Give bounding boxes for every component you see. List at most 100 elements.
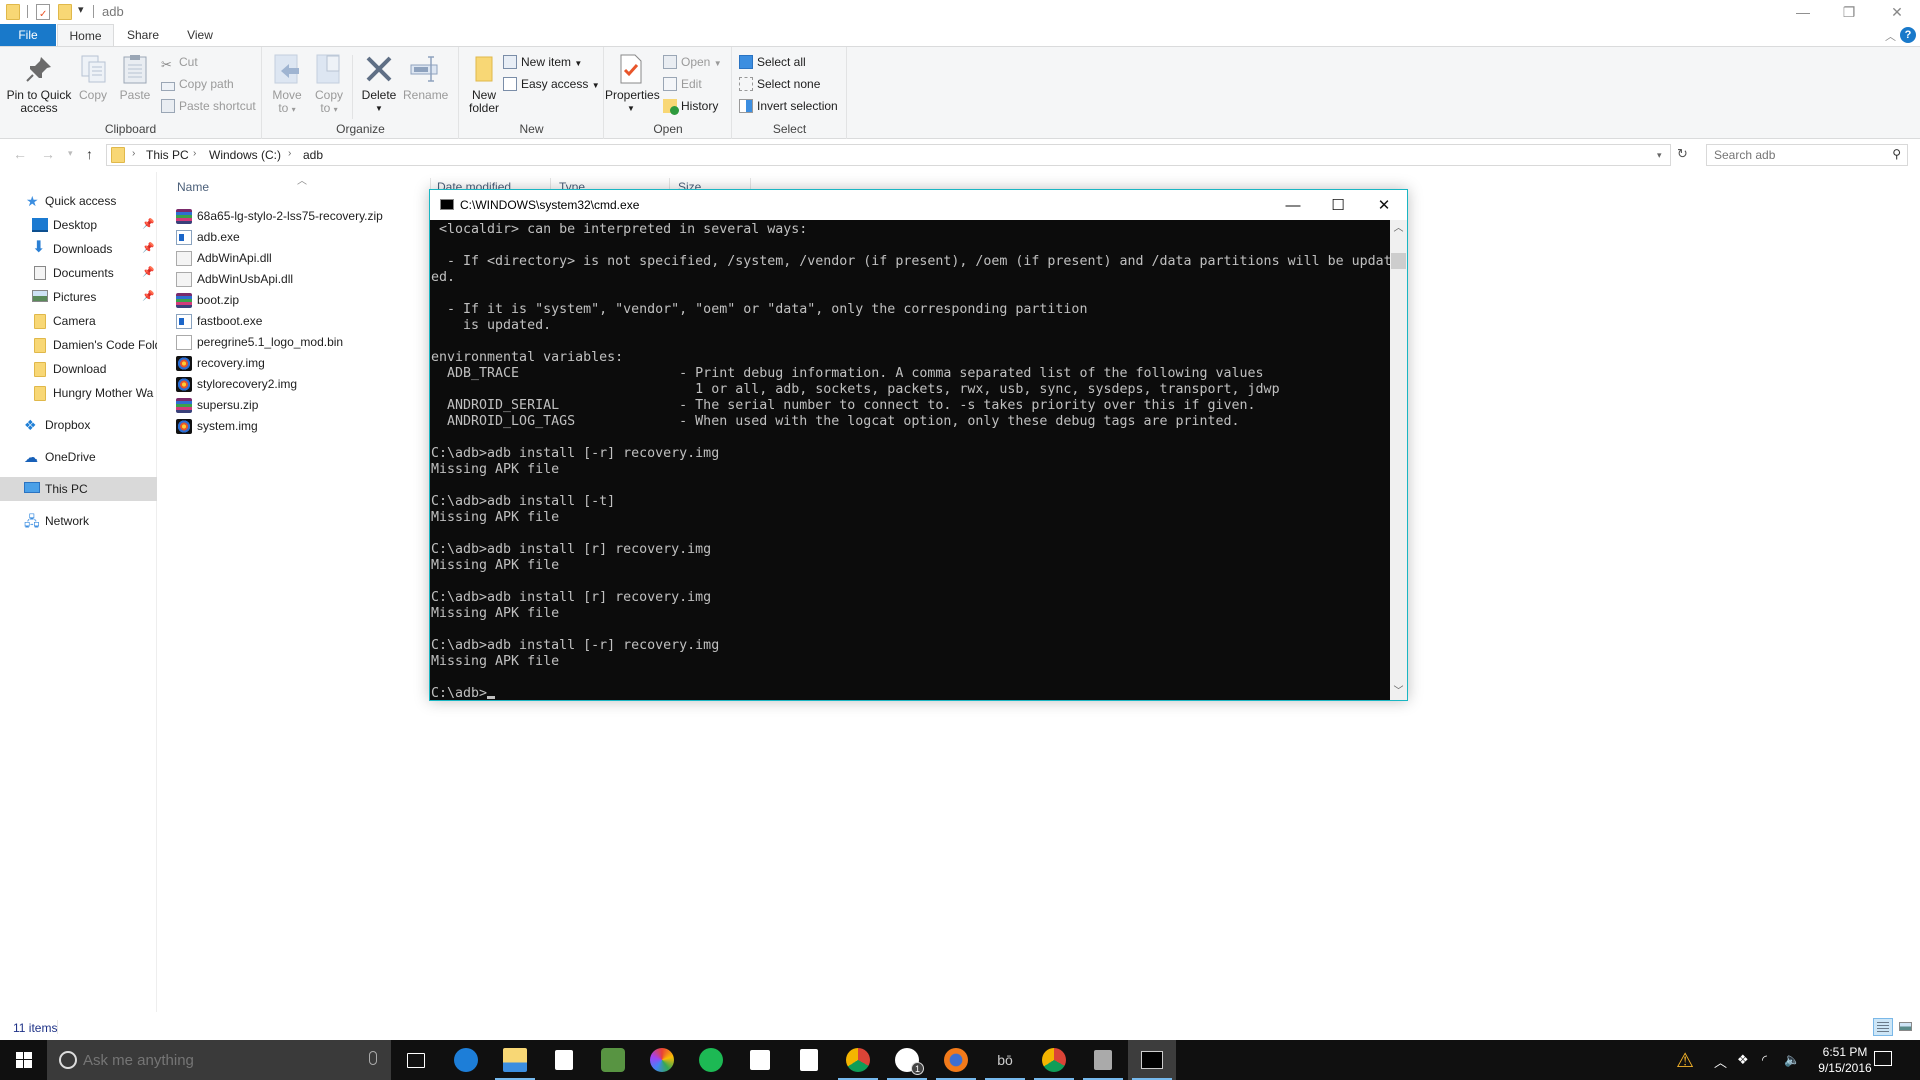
cut-button[interactable]: ✂ Cut — [161, 52, 198, 72]
copy-path-button[interactable]: Copy path — [161, 74, 234, 94]
properties-quick-access-icon[interactable]: ✓ — [36, 4, 50, 20]
select-all-button[interactable]: Select all — [739, 52, 806, 72]
tab-file[interactable]: File — [0, 24, 56, 47]
nav-onedrive[interactable]: ☁ OneDrive — [0, 446, 157, 468]
scroll-up-arrow-icon[interactable]: ︿ — [1390, 220, 1407, 237]
breadcrumb-chevron-icon[interactable]: › — [132, 148, 135, 159]
up-arrow-icon[interactable]: ↑ — [86, 146, 93, 162]
new-folder-button[interactable]: New folder — [464, 51, 504, 115]
action-center-icon[interactable] — [1874, 1051, 1892, 1066]
taskbar-app-tripadvisor[interactable] — [589, 1040, 637, 1080]
warning-update-icon[interactable]: ⚠ — [1676, 1048, 1694, 1073]
copy-to-button[interactable]: Copy to ▾ — [311, 51, 347, 116]
forward-arrow-icon[interactable]: → — [41, 146, 55, 162]
minimize-button[interactable]: — — [1780, 0, 1826, 24]
new-item-button[interactable]: New item ▼ — [503, 52, 582, 72]
show-hidden-icons-chevron-icon[interactable]: ︿ — [1714, 1052, 1727, 1071]
breadcrumb-chevron-icon[interactable]: › — [193, 148, 196, 159]
tab-share[interactable]: Share — [118, 24, 168, 47]
cmd-title-bar[interactable]: C:\WINDOWS\system32\cmd.exe — ☐ ✕ — [430, 190, 1407, 220]
taskbar-app-store[interactable] — [540, 1040, 588, 1080]
breadcrumb-chevron-icon[interactable]: › — [288, 148, 291, 159]
large-icons-view-button[interactable] — [1896, 1018, 1916, 1036]
taskbar-app-command-prompt[interactable] — [1128, 1040, 1176, 1080]
taskbar-app-edge[interactable] — [442, 1040, 490, 1080]
invert-selection-button[interactable]: Invert selection — [739, 96, 838, 116]
refresh-icon[interactable]: ↻ — [1677, 146, 1688, 162]
cmd-console[interactable]: <localdir> can be interpreted in several… — [430, 220, 1390, 700]
customize-quick-access-chevron-icon[interactable]: ▾ — [78, 3, 84, 19]
breadcrumb-this-pc[interactable]: This PC — [146, 148, 189, 162]
taskbar-app-file-explorer[interactable] — [491, 1040, 539, 1080]
cmd-minimize-button[interactable]: — — [1270, 190, 1316, 220]
taskbar-app-task-view[interactable] — [392, 1040, 440, 1080]
tab-view[interactable]: View — [175, 24, 225, 47]
taskbar-app-spotify[interactable] — [687, 1040, 735, 1080]
pin-icon[interactable]: 📌 — [142, 262, 154, 284]
cortana-search-input[interactable] — [83, 1050, 343, 1070]
delete-button[interactable]: Delete ▼ — [359, 51, 399, 115]
dropbox-tray-icon[interactable]: ❖ — [1737, 1052, 1749, 1068]
pin-icon[interactable]: 📌 — [142, 286, 154, 308]
taskbar-app-xbox[interactable]: 1 — [883, 1040, 931, 1080]
nav-this-pc[interactable]: This PC — [0, 477, 157, 501]
taskbar-app-chrome[interactable] — [1030, 1040, 1078, 1080]
back-arrow-icon[interactable]: ← — [13, 146, 27, 162]
recent-locations-chevron-icon[interactable]: ▾ — [68, 148, 73, 159]
search-input[interactable] — [1707, 145, 1877, 165]
nav-desktop[interactable]: Desktop 📌 — [0, 214, 157, 236]
new-folder-quick-access-icon[interactable] — [58, 4, 72, 20]
search-box[interactable]: ⚲ — [1706, 144, 1908, 166]
close-button[interactable]: ✕ — [1874, 0, 1920, 24]
taskbar-app-device[interactable] — [1079, 1040, 1127, 1080]
open-button[interactable]: Open ▼ — [663, 52, 722, 72]
volume-icon[interactable]: 🔈 — [1784, 1052, 1800, 1068]
address-bar[interactable]: › This PC › Windows (C:) › adb ▾ — [106, 144, 1671, 166]
details-view-button[interactable] — [1873, 1018, 1893, 1036]
collapse-ribbon-chevron-icon[interactable]: ︿ — [1885, 28, 1896, 44]
nav-camera[interactable]: Camera — [0, 310, 157, 332]
taskbar-app-chrome[interactable] — [834, 1040, 882, 1080]
paste-button[interactable]: Paste — [118, 51, 152, 102]
move-to-button[interactable]: Move to ▾ — [269, 51, 305, 116]
taskbar-app-beats-audio[interactable]: bō — [981, 1040, 1029, 1080]
cmd-maximize-button[interactable]: ☐ — [1315, 190, 1361, 220]
nav-dropbox[interactable]: ❖ Dropbox — [0, 414, 157, 436]
microphone-icon[interactable] — [369, 1051, 377, 1065]
wifi-icon[interactable]: ◜ — [1762, 1052, 1767, 1068]
taskbar-app-firefox[interactable] — [932, 1040, 980, 1080]
cortana-search-box[interactable] — [47, 1040, 391, 1080]
breadcrumb-adb[interactable]: adb — [303, 148, 323, 162]
nav-quick-access[interactable]: ★ Quick access — [0, 190, 157, 212]
nav-damiens-code-folder[interactable]: Damien's Code Folder — [0, 334, 157, 356]
nav-documents[interactable]: Documents 📌 — [0, 262, 157, 284]
pin-to-quick-access-button[interactable]: Pin to Quick access — [4, 51, 74, 115]
pin-icon[interactable]: 📌 — [142, 238, 154, 260]
help-icon[interactable]: ? — [1900, 27, 1916, 43]
cmd-scrollbar[interactable]: ︿ ﹀ — [1390, 220, 1407, 700]
taskbar-app-calendar[interactable] — [736, 1040, 784, 1080]
history-button[interactable]: History — [663, 96, 718, 116]
copy-button[interactable]: Copy — [78, 51, 108, 102]
breadcrumb-windows-c[interactable]: Windows (C:) — [209, 148, 281, 162]
cmd-close-button[interactable]: ✕ — [1361, 190, 1407, 220]
search-icon[interactable]: ⚲ — [1892, 147, 1901, 161]
nav-hungry-mother[interactable]: Hungry Mother Wa — [0, 382, 157, 404]
scrollbar-thumb[interactable] — [1391, 253, 1406, 269]
scroll-down-arrow-icon[interactable]: ﹀ — [1390, 683, 1407, 700]
properties-button[interactable]: Properties ▼ — [605, 51, 660, 115]
column-header-name[interactable]: Name — [177, 180, 209, 194]
nav-network[interactable]: 🖧 Network — [0, 510, 157, 532]
easy-access-button[interactable]: Easy access ▼ — [503, 74, 600, 94]
tab-home[interactable]: Home — [57, 24, 114, 48]
pin-icon[interactable]: 📌 — [142, 214, 154, 236]
rename-button[interactable]: Rename — [403, 51, 448, 102]
nav-downloads[interactable]: ⬇ Downloads 📌 — [0, 238, 157, 260]
select-none-button[interactable]: Select none — [739, 74, 820, 94]
taskbar-app-photos[interactable] — [638, 1040, 686, 1080]
paste-shortcut-button[interactable]: Paste shortcut — [161, 96, 256, 116]
start-button[interactable] — [0, 1040, 47, 1080]
cmd-window[interactable]: C:\WINDOWS\system32\cmd.exe — ☐ ✕ <local… — [429, 189, 1408, 701]
address-history-chevron-icon[interactable]: ▾ — [1657, 150, 1662, 161]
edit-button[interactable]: Edit — [663, 74, 702, 94]
